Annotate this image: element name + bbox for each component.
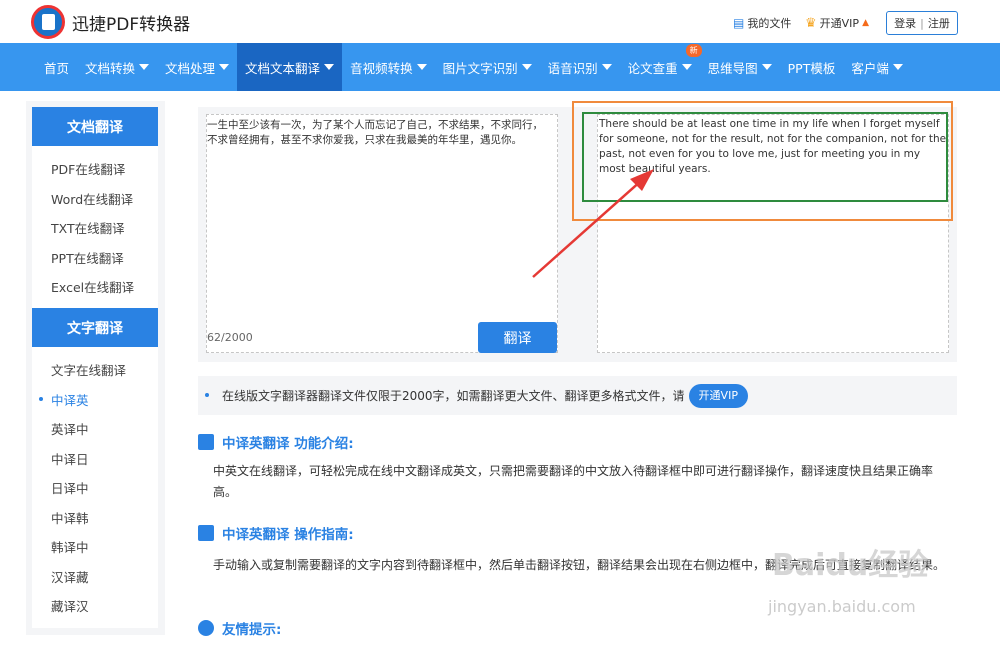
sidebar-item-zh-bo[interactable]: 汉译藏 [32, 562, 158, 592]
sidebar-group-text: 文字翻译 文字在线翻译 中译英 英译中 中译日 日译中 中译韩 韩译中 汉译藏 … [32, 308, 158, 621]
nav-item-av-convert[interactable]: 音视频转换 [342, 43, 435, 91]
vip-link[interactable]: ♛ 开通VIP ▲ [805, 15, 869, 31]
sidebar-group-title-doc: 文档翻译 [32, 107, 158, 146]
intro-body: 中英文在线翻译，可轻松完成在线中文翻译成英文，只需把需要翻译的中文放入待翻译框中… [213, 464, 934, 499]
my-files-label: 我的文件 [747, 17, 792, 30]
annotation-arrow-icon [532, 169, 654, 278]
nav-item-mindmap[interactable]: 思维导图 [700, 43, 780, 91]
sidebar-item-zh-ko[interactable]: 中译韩 [32, 503, 158, 533]
nav-item-client[interactable]: 客户端 [843, 43, 911, 91]
brand-logo-icon[interactable] [31, 5, 65, 39]
translate-button[interactable]: 翻译 [478, 322, 557, 353]
baidu-watermark: Baidu经验 [772, 548, 929, 583]
chevron-down-icon [601, 64, 612, 70]
chevron-down-icon [521, 64, 532, 70]
bullet-icon [205, 393, 209, 397]
chevron-down-icon [892, 64, 903, 70]
sidebar-item-txt[interactable]: TXT在线翻译 [32, 213, 158, 243]
my-files-link[interactable]: ▤ 我的文件 [733, 15, 791, 31]
nav-item-doc-process[interactable]: 文档处理 [157, 43, 237, 91]
watermark-url: jingyan.baidu.com [768, 597, 916, 616]
chevron-down-icon [219, 64, 230, 70]
source-text-area[interactable] [206, 114, 558, 353]
chevron-down-icon [416, 64, 427, 70]
auth-box: 登录 | 注册 [886, 11, 958, 35]
sidebar-item-bo-zh[interactable]: 藏译汉 [32, 591, 158, 621]
tips-title: 友情提示: [222, 622, 282, 638]
sidebar-item-text-online[interactable]: 文字在线翻译 [32, 355, 158, 385]
crown-icon: ♛ [805, 15, 817, 31]
sidebar-item-ko-zh[interactable]: 韩译中 [32, 532, 158, 562]
tips-bulb-icon [198, 620, 214, 636]
source-text[interactable]: 一生中至少该有一次，为了某个人而忘记了自己，不求结果，不求同行，不求曾经拥有，甚… [207, 118, 547, 148]
tips-heading: 友情提示: [198, 618, 281, 638]
main-nav: 首页 文档转换 文档处理 文档文本翻译 音视频转换 图片文字识别 语音识别 论文… [0, 43, 1000, 91]
sidebar-item-word[interactable]: Word在线翻译 [32, 184, 158, 214]
intro-list-icon [198, 434, 214, 450]
nav-item-doc-convert[interactable]: 文档转换 [77, 43, 157, 91]
sidebar-list-text: 文字在线翻译 中译英 英译中 中译日 日译中 中译韩 韩译中 汉译藏 藏译汉 [32, 347, 158, 621]
flame-icon: ▲ [862, 18, 869, 28]
sidebar: 文档翻译 PDF在线翻译 Word在线翻译 TXT在线翻译 PPT在线翻译 Ex… [32, 107, 158, 628]
intro-title: 中译英翻译 功能介绍: [222, 436, 354, 452]
sidebar-group-title-text: 文字翻译 [32, 308, 158, 347]
char-counter: 62/2000 [207, 331, 253, 344]
sidebar-item-en-zh[interactable]: 英译中 [32, 414, 158, 444]
limit-notice: 在线版文字翻译器翻译文件仅限于2000字，如需翻译更大文件、翻译更多格式文件，请… [198, 376, 957, 415]
document-icon: ▤ [733, 16, 745, 30]
nav-item-plagiarism[interactable]: 论文查重新 [620, 43, 702, 91]
sidebar-item-ppt[interactable]: PPT在线翻译 [32, 243, 158, 273]
guide-heading: 中译英翻译 操作指南: [198, 523, 354, 543]
sidebar-item-zh-ja[interactable]: 中译日 [32, 444, 158, 474]
chevron-down-icon [324, 64, 335, 70]
header: 迅捷PDF转换器 ▤ 我的文件 ♛ 开通VIP ▲ 登录 | 注册 [0, 0, 1000, 43]
nav-item-home[interactable]: 首页 [36, 43, 77, 91]
brand-name[interactable]: 迅捷PDF转换器 [72, 10, 190, 35]
sidebar-item-pdf[interactable]: PDF在线翻译 [32, 154, 158, 184]
nav-item-doc-translate[interactable]: 文档文本翻译 [237, 43, 343, 91]
auth-separator: | [920, 16, 924, 30]
register-link[interactable]: 注册 [928, 15, 950, 31]
vip-label: 开通VIP [819, 17, 860, 30]
open-vip-button[interactable]: 开通VIP [688, 383, 748, 408]
login-link[interactable]: 登录 [894, 15, 916, 31]
nav-item-ocr[interactable]: 图片文字识别 [435, 43, 540, 91]
intro-heading: 中译英翻译 功能介绍: [198, 432, 354, 452]
chevron-down-icon [681, 64, 692, 70]
chevron-down-icon [139, 64, 150, 70]
nav-item-ppt[interactable]: PPT模板 [780, 43, 844, 91]
notice-text: 在线版文字翻译器翻译文件仅限于2000字，如需翻译更大文件、翻译更多格式文件，请 [222, 389, 685, 403]
chevron-down-icon [761, 64, 772, 70]
sidebar-item-ja-zh[interactable]: 日译中 [32, 473, 158, 503]
guide-title: 中译英翻译 操作指南: [222, 527, 354, 543]
guide-edit-icon [198, 525, 214, 541]
sidebar-item-zh-en[interactable]: 中译英 [32, 385, 158, 415]
sidebar-list-doc: PDF在线翻译 Word在线翻译 TXT在线翻译 PPT在线翻译 Excel在线… [32, 146, 158, 302]
sidebar-item-excel[interactable]: Excel在线翻译 [32, 272, 158, 302]
nav-item-speech[interactable]: 语音识别 [540, 43, 620, 91]
